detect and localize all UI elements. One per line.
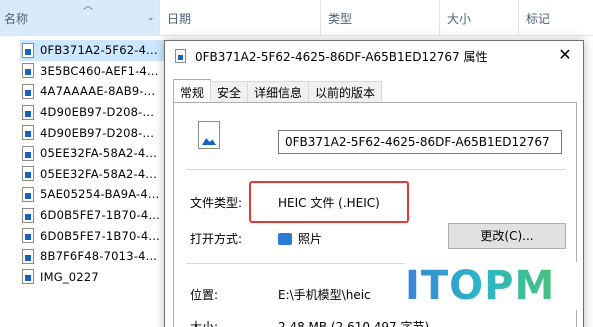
heic-file-icon — [22, 83, 34, 99]
heic-file-icon — [22, 186, 34, 202]
list-item[interactable]: 05EE32FA-58A2-4... — [20, 143, 170, 164]
list-item[interactable]: 0FB371A2-5F62-4... — [20, 40, 170, 61]
file-name: 5AE05254-BA9A-4... — [40, 187, 160, 202]
file-name: 8B7F6F48-7013-4... — [40, 249, 158, 264]
heic-file-icon — [22, 207, 34, 223]
column-header-type[interactable]: 类型 — [322, 0, 440, 36]
close-icon[interactable]: ✕ — [555, 45, 575, 65]
file-type-label: 文件类型: — [190, 196, 243, 210]
tab-security[interactable]: 安全 — [210, 81, 249, 103]
highlight-box — [249, 181, 409, 223]
heic-file-icon — [22, 104, 34, 120]
heic-file-icon — [22, 125, 34, 141]
file-name: IMG_0227 — [40, 269, 99, 284]
file-name: 4D90EB97-D208-... — [40, 125, 155, 140]
size-label: 大小: — [190, 320, 219, 327]
column-header-tags[interactable]: 标记 — [520, 0, 593, 36]
list-item[interactable]: 8B7F6F48-7013-4... — [20, 246, 170, 267]
column-header-name[interactable]: 名称 ︿ ⌄ — [0, 0, 160, 36]
tab-previous-versions[interactable]: 以前的版本 — [308, 81, 383, 103]
location-label: 位置: — [190, 288, 219, 302]
open-with-app: 照片 — [298, 232, 323, 246]
heic-file-icon — [22, 166, 34, 182]
watermark-text: ITOPM — [405, 263, 556, 309]
heic-file-icon — [22, 248, 34, 264]
tab-general[interactable]: 常规 — [173, 79, 212, 103]
list-item[interactable]: 4D90EB97-D208-... — [20, 122, 170, 143]
watermark-logo: ITOPM — [405, 262, 577, 310]
list-item[interactable]: 05EE32FA-58A2-4... — [20, 164, 170, 185]
file-name: 0FB371A2-5F62-4... — [40, 43, 158, 58]
list-item[interactable]: 4D90EB97-D208-... — [20, 102, 170, 123]
heic-file-icon — [22, 63, 34, 79]
file-name: 4D90EB97-D208-... — [40, 105, 155, 120]
list-item[interactable]: 6D0B5FE7-1B70-4... — [20, 225, 170, 246]
file-name: 05EE32FA-58A2-4... — [40, 166, 157, 181]
photos-app-icon — [278, 233, 292, 245]
open-with-label: 打开方式: — [190, 232, 243, 246]
tab-bar: 常规 安全 详细信息 以前的版本 — [173, 79, 383, 103]
heic-file-icon — [22, 269, 34, 285]
column-header-date[interactable]: 日期 — [161, 0, 321, 36]
size-value: 2.48 MB (2,610,497 字节) — [278, 320, 430, 327]
heic-file-icon — [175, 49, 186, 63]
heic-file-icon — [22, 42, 34, 58]
list-item[interactable]: 6D0B5FE7-1B70-4... — [20, 205, 170, 226]
column-header-bar: 名称 ︿ ⌄ 日期 类型 大小 标记 — [0, 0, 593, 36]
column-header-size[interactable]: 大小 — [441, 0, 519, 36]
file-name: 6D0B5FE7-1B70-4... — [40, 228, 160, 243]
list-item[interactable]: 5AE05254-BA9A-4... — [20, 184, 170, 205]
list-item[interactable]: 3E5BC460-AEF1-4... — [20, 61, 170, 82]
change-button[interactable]: 更改(C)... — [448, 223, 566, 249]
list-item[interactable]: 4A7AAAAE-8AB9-... — [20, 81, 170, 102]
dialog-title: 0FB371A2-5F62-4625-86DF-A65B1ED12767 属性 — [195, 50, 488, 64]
heic-file-icon — [22, 145, 34, 161]
divider — [186, 169, 566, 170]
heic-file-icon — [22, 228, 34, 244]
tab-details[interactable]: 详细信息 — [247, 81, 310, 103]
filename-field[interactable]: 0FB371A2-5F62-4625-86DF-A65B1ED12767 — [278, 130, 562, 154]
file-list: 0FB371A2-5F62-4... 3E5BC460-AEF1-4... 4A… — [20, 40, 170, 287]
chevron-down-icon[interactable]: ⌄ — [147, 12, 155, 24]
dialog-titlebar[interactable]: 0FB371A2-5F62-4625-86DF-A65B1ED12767 属性 … — [165, 41, 583, 71]
file-name: 4A7AAAAE-8AB9-... — [40, 84, 156, 99]
file-name: 6D0B5FE7-1B70-4... — [40, 208, 160, 223]
column-header-name-label: 名称 — [4, 12, 29, 26]
location-value: E:\手机模型\heic — [278, 288, 371, 302]
sort-up-icon: ︿ — [83, 1, 93, 12]
image-file-icon — [198, 121, 220, 149]
list-item[interactable]: IMG_0227 — [20, 267, 170, 288]
file-name: 05EE32FA-58A2-4... — [40, 146, 157, 161]
open-with-value: 照片 — [278, 230, 322, 247]
file-name: 3E5BC460-AEF1-4... — [40, 63, 159, 78]
